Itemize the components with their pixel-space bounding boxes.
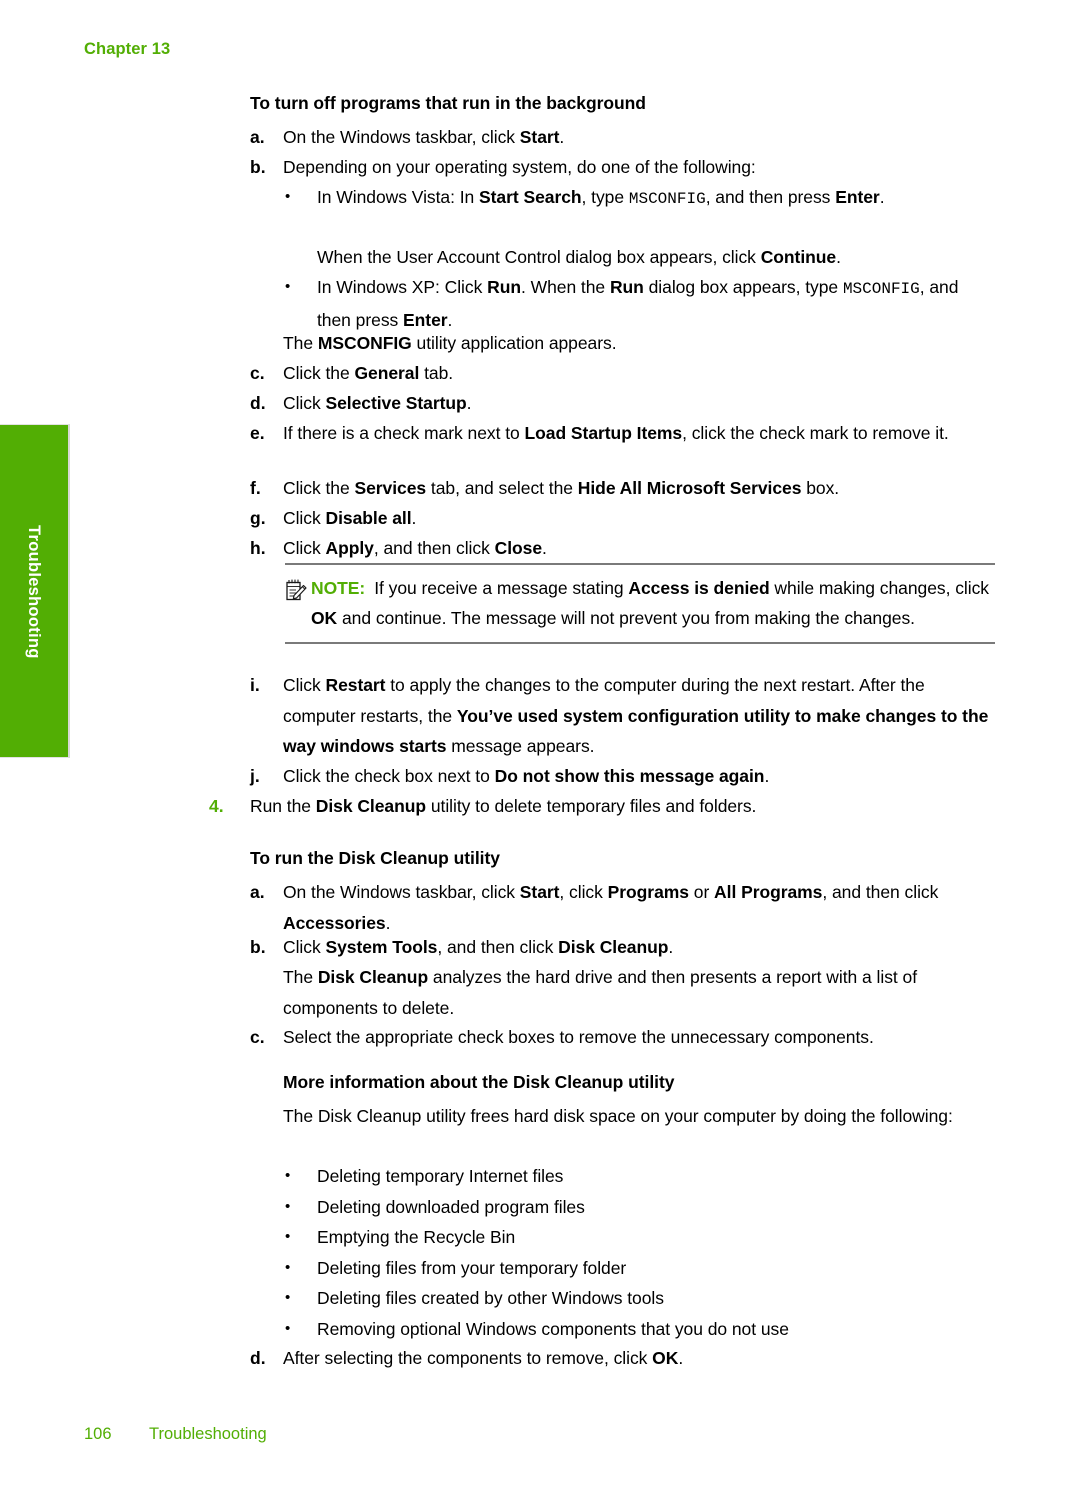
list-marker: g. xyxy=(250,508,266,528)
list-text: Emptying the Recycle Bin xyxy=(317,1227,516,1247)
list-item: • Removing optional Windows components th… xyxy=(285,1314,997,1345)
list-marker: h. xyxy=(250,538,266,558)
list-text: Depending on your operating system, do o… xyxy=(283,157,756,177)
list-text: Run the Disk Cleanup utility to delete t… xyxy=(250,796,757,816)
heading-more-information: More information about the Disk Cleanup … xyxy=(283,1072,675,1092)
bullet-marker: • xyxy=(285,1258,291,1276)
list-item: • Emptying the Recycle Bin xyxy=(285,1222,997,1253)
list-text: Click Apply, and then click Close. xyxy=(283,538,547,558)
note-label: NOTE: xyxy=(311,578,366,598)
list-marker-number: 4. xyxy=(209,796,224,816)
heading-run-disk-cleanup: To run the Disk Cleanup utility xyxy=(250,848,500,868)
bullet-marker: • xyxy=(285,278,291,295)
list-text: Deleting downloaded program files xyxy=(317,1196,585,1217)
list-item-h: h. Click Apply, and then click Close. xyxy=(250,533,995,564)
list-item-i: i. Click Restart to apply the changes to… xyxy=(250,670,997,762)
list-text: In Windows Vista: In Start Search, type … xyxy=(317,187,885,208)
bullet-marker: • xyxy=(285,1228,291,1245)
list-text: Click System Tools, and then click Disk … xyxy=(283,937,674,957)
more-info-intro: The Disk Cleanup utility frees hard disk… xyxy=(283,1106,953,1126)
list-item-c: c. Click the General tab. xyxy=(250,358,995,389)
list-marker: a. xyxy=(250,127,265,147)
list-marker: b. xyxy=(250,157,266,177)
heading-turn-off-programs: To turn off programs that run in the bac… xyxy=(250,93,646,113)
list-text: Click the Services tab, and select the H… xyxy=(283,478,840,498)
list-text: Deleting files from your temporary folde… xyxy=(317,1257,627,1278)
list-text: Click Restart to apply the changes to th… xyxy=(283,675,989,756)
list-item-d: d. Click Selective Startup. xyxy=(250,388,995,419)
list-marker: i. xyxy=(250,675,260,695)
note-body: If you receive a message stating Access … xyxy=(311,578,990,628)
list-marker: d. xyxy=(250,1348,266,1368)
list-text: On the Windows taskbar, click Start. xyxy=(283,127,565,147)
bullet-marker: • xyxy=(285,188,291,205)
list-marker: c. xyxy=(250,1027,265,1047)
list-item-f: f. Click the Services tab, and select th… xyxy=(250,473,997,504)
list-text: Click the check box next to Do not show … xyxy=(283,766,770,786)
list-text: Click the General tab. xyxy=(283,363,454,383)
list-item: • Deleting files from your temporary fold… xyxy=(285,1253,997,1284)
chapter-header: Chapter 13 xyxy=(84,40,171,58)
list-marker: b. xyxy=(250,937,266,957)
list-marker: f. xyxy=(250,478,261,498)
list-text: Deleting temporary Internet files xyxy=(317,1166,564,1186)
list-text: Select the appropriate check boxes to re… xyxy=(283,1027,874,1047)
list-item-b-bullet-1: • In Windows Vista: In Start Search, typ… xyxy=(285,182,997,215)
side-thumb-tab-label: Troubleshooting xyxy=(24,525,43,659)
list-text: If there is a check mark next to Load St… xyxy=(283,423,949,443)
list-item-g: g. Click Disable all. xyxy=(250,503,995,534)
disk-cleanup-result-text: The Disk Cleanup analyzes the hard drive… xyxy=(283,967,918,1018)
bullet-1-continuation: When the User Account Control dialog box… xyxy=(317,247,841,267)
msconfig-result-text: The MSCONFIG utility application appears… xyxy=(283,333,617,353)
list-item-j: j. Click the check box next to Do not sh… xyxy=(250,761,997,792)
page-footer: 106 Troubleshooting xyxy=(84,1425,267,1444)
list-item-b: b. Depending on your operating system, d… xyxy=(250,152,995,183)
list-item-dc-b: b. Click System Tools, and then click Di… xyxy=(250,932,997,963)
list-item-e: e. If there is a check mark next to Load… xyxy=(250,418,997,449)
list-marker: e. xyxy=(250,423,265,443)
list-item-dc-d: d. After selecting the components to rem… xyxy=(250,1343,997,1374)
list-text: After selecting the components to remove… xyxy=(283,1348,684,1368)
list-text: Deleting files created by other Windows … xyxy=(317,1288,664,1308)
list-item: • Deleting temporary Internet files xyxy=(285,1161,997,1192)
list-marker: c. xyxy=(250,363,265,383)
bullet-marker: • xyxy=(285,1167,291,1184)
note-text: NOTE: If you receive a message stating Ac… xyxy=(311,573,995,633)
list-text: On the Windows taskbar, click Start, cli… xyxy=(283,882,939,933)
list-item-dc-a: a. On the Windows taskbar, click Start, … xyxy=(250,877,997,938)
list-marker: j. xyxy=(250,766,260,786)
footer-section-title: Troubleshooting xyxy=(149,1425,267,1443)
list-marker: a. xyxy=(250,882,265,902)
list-marker: d. xyxy=(250,393,266,413)
list-item-dc-c: c. Select the appropriate check boxes to… xyxy=(250,1022,999,1053)
list-item-a: a. On the Windows taskbar, click Start. xyxy=(250,122,995,153)
list-item: • Deleting downloaded program files xyxy=(285,1192,997,1223)
list-text: Click Selective Startup. xyxy=(283,393,472,413)
list-item-b-bullet-2: • In Windows XP: Click Run. When the Run… xyxy=(285,272,997,335)
note-callout: NOTE: If you receive a message stating Ac… xyxy=(285,563,995,644)
bullet-marker: • xyxy=(285,1289,291,1306)
note-pencil-icon xyxy=(285,578,311,607)
list-text: Removing optional Windows components tha… xyxy=(317,1318,789,1339)
more-info-bullet-list: • Deleting temporary Internet files • Delet… xyxy=(285,1161,997,1344)
bullet-marker: • xyxy=(285,1197,291,1215)
list-text: Click Disable all. xyxy=(283,508,417,528)
side-thumb-tab: Troubleshooting xyxy=(0,424,70,758)
footer-page-number: 106 xyxy=(84,1425,112,1443)
list-text: In Windows XP: Click Run. When the Run d… xyxy=(317,277,959,330)
list-item: • Deleting files created by other Windows… xyxy=(285,1283,997,1314)
list-item-4: 4. Run the Disk Cleanup utility to delet… xyxy=(209,791,999,822)
bullet-marker: • xyxy=(285,1319,291,1337)
